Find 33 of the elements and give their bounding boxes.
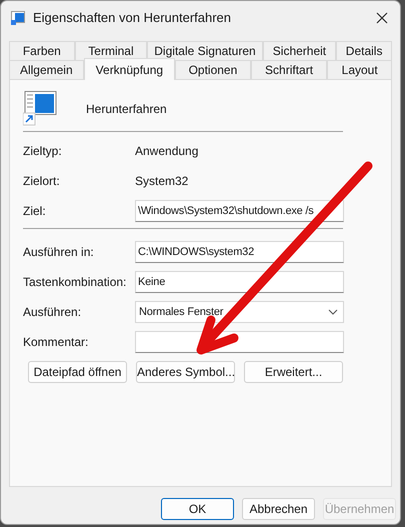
field-value: System32 <box>135 174 188 188</box>
app-window-icon <box>11 11 25 25</box>
shortcut-name: Herunterfahren <box>86 101 167 118</box>
tab[interactable]: Details <box>336 41 392 60</box>
action-button[interactable]: Dateipfad öffnen <box>28 361 127 383</box>
input-field[interactable]: \Windows\System32\shutdown.exe /s <box>135 200 344 222</box>
tab[interactable]: Digitale Signaturen <box>147 41 263 60</box>
field-label: Zielort: <box>23 173 61 190</box>
chevron-down-icon <box>328 309 338 315</box>
field-label: Zieltyp: <box>23 143 63 160</box>
field-label: Kommentar: <box>23 334 90 351</box>
tab[interactable]: Optionen <box>175 60 251 79</box>
tab[interactable]: Schriftart <box>250 60 328 79</box>
dropdown[interactable]: Normales Fenster <box>135 301 344 323</box>
window-title: Eigenschaften von Herunterfahren <box>33 9 232 28</box>
tab[interactable]: Farben <box>9 41 75 60</box>
action-button[interactable]: Anderes Symbol... <box>136 361 235 383</box>
input-field[interactable]: C:\WINDOWS\system32 <box>135 241 344 263</box>
field-label: Tastenkombination: <box>23 274 128 291</box>
dialog-button[interactable]: Abbrechen <box>242 498 315 520</box>
field-label: Ziel: <box>23 203 47 220</box>
tab[interactable]: Verknüpfung <box>84 58 176 80</box>
tab[interactable]: Layout <box>327 60 392 79</box>
dialog-button[interactable]: OK <box>161 498 234 520</box>
input-field[interactable]: Keine <box>135 271 344 293</box>
shortcut-app-icon <box>23 91 57 127</box>
close-icon[interactable] <box>376 12 388 24</box>
tab[interactable]: Allgemein <box>9 60 84 79</box>
field-value: Anwendung <box>135 144 198 158</box>
tab[interactable]: Sicherheit <box>262 41 336 60</box>
action-button[interactable]: Erweitert... <box>244 361 343 383</box>
field-label: Ausführen in: <box>23 244 95 261</box>
field-label: Ausführen: <box>23 304 82 321</box>
